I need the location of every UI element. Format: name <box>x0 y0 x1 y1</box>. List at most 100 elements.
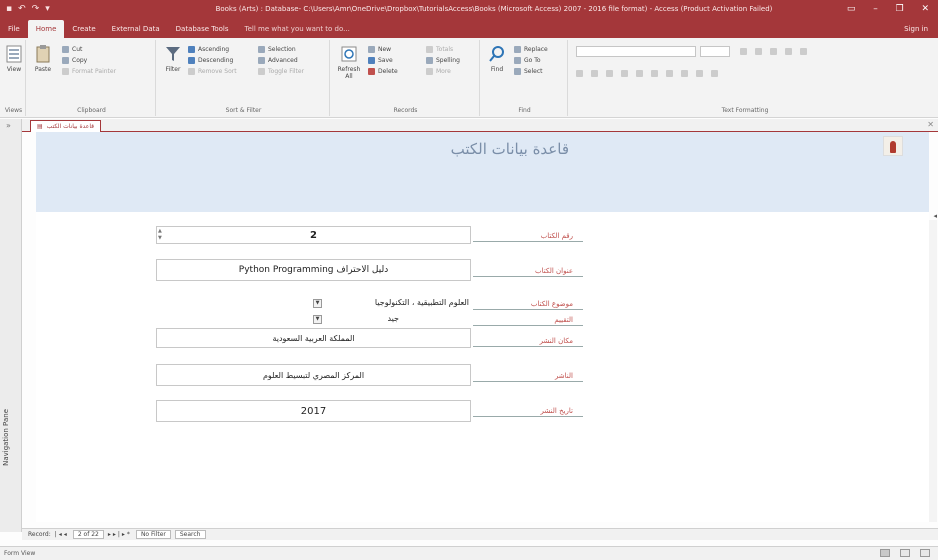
undo-icon[interactable]: ↶ <box>18 4 26 14</box>
go-to-icon <box>514 57 521 64</box>
subject-dropdown-icon[interactable]: ▼ <box>313 299 322 308</box>
book-number-field[interactable]: 2 <box>156 226 471 244</box>
minimize-icon[interactable]: – <box>873 4 878 14</box>
align-right-icon[interactable] <box>696 70 703 77</box>
indent-icon[interactable] <box>770 48 777 55</box>
form-view-icon[interactable] <box>880 549 890 557</box>
book-title-field[interactable]: دليل الاحتراف Python Programming <box>156 259 471 281</box>
form-icon: ▤ <box>37 123 43 130</box>
close-icon[interactable]: ✕ <box>921 4 929 14</box>
label-publisher: الناشر <box>473 370 583 382</box>
new-record-button[interactable]: New <box>368 46 398 53</box>
publisher-field[interactable]: المركز المصري لتبسيط العلوم <box>156 364 471 386</box>
font-name-select[interactable] <box>576 46 696 57</box>
find-small-buttons: Replace Go To Select <box>514 46 548 75</box>
font-size-select[interactable] <box>700 46 730 57</box>
descending-button[interactable]: Descending <box>188 57 237 64</box>
filter-button[interactable]: Filter <box>162 44 184 73</box>
bullets-icon[interactable] <box>740 48 747 55</box>
more-button[interactable]: More <box>426 68 460 75</box>
align-left-icon[interactable] <box>666 70 673 77</box>
save-icon[interactable]: ▪ <box>6 4 12 14</box>
ribbon-display-icon[interactable]: ▭ <box>847 4 856 14</box>
numbering-icon[interactable] <box>755 48 762 55</box>
customize-qat-icon[interactable]: ▾ <box>45 4 50 14</box>
restore-icon[interactable]: ❐ <box>896 4 904 14</box>
fill-color-icon[interactable] <box>651 70 658 77</box>
view-icon <box>6 45 22 63</box>
gridlines-icon[interactable] <box>711 70 718 77</box>
book-number-spinner[interactable]: ▲ ▼ <box>158 228 166 242</box>
highlight-icon[interactable] <box>636 70 643 77</box>
sign-in-link[interactable]: Sign in <box>904 20 938 38</box>
spelling-button[interactable]: Spelling <box>426 57 460 64</box>
spelling-icon <box>426 57 433 64</box>
rtl-icon[interactable] <box>800 48 807 55</box>
close-document-icon[interactable]: ✕ <box>927 120 934 129</box>
expand-nav-icon[interactable]: » <box>6 121 11 130</box>
refresh-all-button[interactable]: Refresh All <box>336 44 362 80</box>
selection-button[interactable]: Selection <box>258 46 304 53</box>
advanced-button[interactable]: Advanced <box>258 57 304 64</box>
status-text: Form View <box>4 550 36 557</box>
record-search-input[interactable]: Search <box>174 530 206 539</box>
cut-button[interactable]: Cut <box>62 46 116 53</box>
totals-button[interactable]: Totals <box>426 46 460 53</box>
ascending-button[interactable]: Ascending <box>188 46 237 53</box>
navigation-pane-label: Navigation Pane <box>2 409 10 466</box>
align-center-icon[interactable] <box>681 70 688 77</box>
tab-create[interactable]: Create <box>64 20 103 38</box>
toggle-filter-icon <box>258 68 265 75</box>
select-button[interactable]: Select <box>514 68 548 75</box>
replace-button[interactable]: Replace <box>514 46 548 53</box>
scroll-up-icon[interactable]: ◂ <box>933 212 937 220</box>
format-painter-button[interactable]: Format Painter <box>62 68 116 75</box>
design-view-icon[interactable] <box>920 549 930 557</box>
refresh-all-label: Refresh All <box>337 66 361 80</box>
rating-combo[interactable]: جيد <box>327 314 407 325</box>
view-label: View <box>6 66 22 73</box>
refresh-icon <box>341 46 357 62</box>
rating-dropdown-icon[interactable]: ▼ <box>313 315 322 324</box>
tab-external-data[interactable]: External Data <box>104 20 168 38</box>
ribbon-tabs: File Home Create External Data Database … <box>0 18 938 38</box>
filter-state-button[interactable]: No Filter <box>135 530 171 539</box>
copy-button[interactable]: Copy <box>62 57 116 64</box>
toggle-filter-button[interactable]: Toggle Filter <box>258 68 304 75</box>
tell-me-box[interactable]: Tell me what you want to do... <box>237 20 358 38</box>
layout-view-icon[interactable] <box>900 549 910 557</box>
remove-sort-button[interactable]: Remove Sort <box>188 68 237 75</box>
first-prev-record-icon[interactable]: |◂◂ <box>55 531 69 538</box>
tab-database-tools[interactable]: Database Tools <box>168 20 237 38</box>
tab-file[interactable]: File <box>0 20 28 38</box>
view-button[interactable]: View <box>3 44 25 73</box>
italic-icon[interactable] <box>591 70 598 77</box>
bold-icon[interactable] <box>576 70 583 77</box>
subject-combo[interactable]: العلوم التطبيقية ، التكنولوجيا <box>327 298 469 309</box>
publication-place-field[interactable]: المملكة العربية السعودية <box>156 328 471 348</box>
group-clipboard: Paste Cut Copy Format Painter Clipboard <box>28 40 156 116</box>
font-color-icon[interactable] <box>621 70 628 77</box>
save-record-button[interactable]: Save <box>368 57 398 64</box>
delete-record-button[interactable]: Delete <box>368 68 398 75</box>
next-last-new-record-icon[interactable]: ▸▸|▸* <box>108 531 132 538</box>
navigation-pane[interactable]: » Navigation Pane <box>0 119 22 532</box>
publication-date-field[interactable]: 2017 <box>156 400 471 422</box>
tab-books-form[interactable]: ▤ قاعدة بيانات الكتب <box>30 120 102 132</box>
underline-icon[interactable] <box>606 70 613 77</box>
group-label-find: Find <box>518 107 531 114</box>
outdent-icon[interactable] <box>785 48 792 55</box>
label-book-title: عنوان الكتاب <box>473 265 583 277</box>
redo-icon[interactable]: ↷ <box>32 4 40 14</box>
record-position-input[interactable]: 2 of 22 <box>72 530 104 539</box>
title-bar: ▪ ↶ ↷ ▾ Books (Arts) : Database- C:\User… <box>0 0 938 18</box>
vertical-scrollbar[interactable]: ◂ <box>929 212 937 522</box>
go-to-button[interactable]: Go To <box>514 57 548 64</box>
form-title: قاعدة بيانات الكتب <box>450 140 569 158</box>
find-icon <box>489 46 504 62</box>
remove-sort-icon <box>188 68 195 75</box>
find-button[interactable]: Find <box>486 44 508 73</box>
tab-home[interactable]: Home <box>27 20 65 38</box>
sort-buttons: Ascending Descending Remove Sort <box>188 46 237 75</box>
paste-button[interactable]: Paste <box>32 44 54 73</box>
